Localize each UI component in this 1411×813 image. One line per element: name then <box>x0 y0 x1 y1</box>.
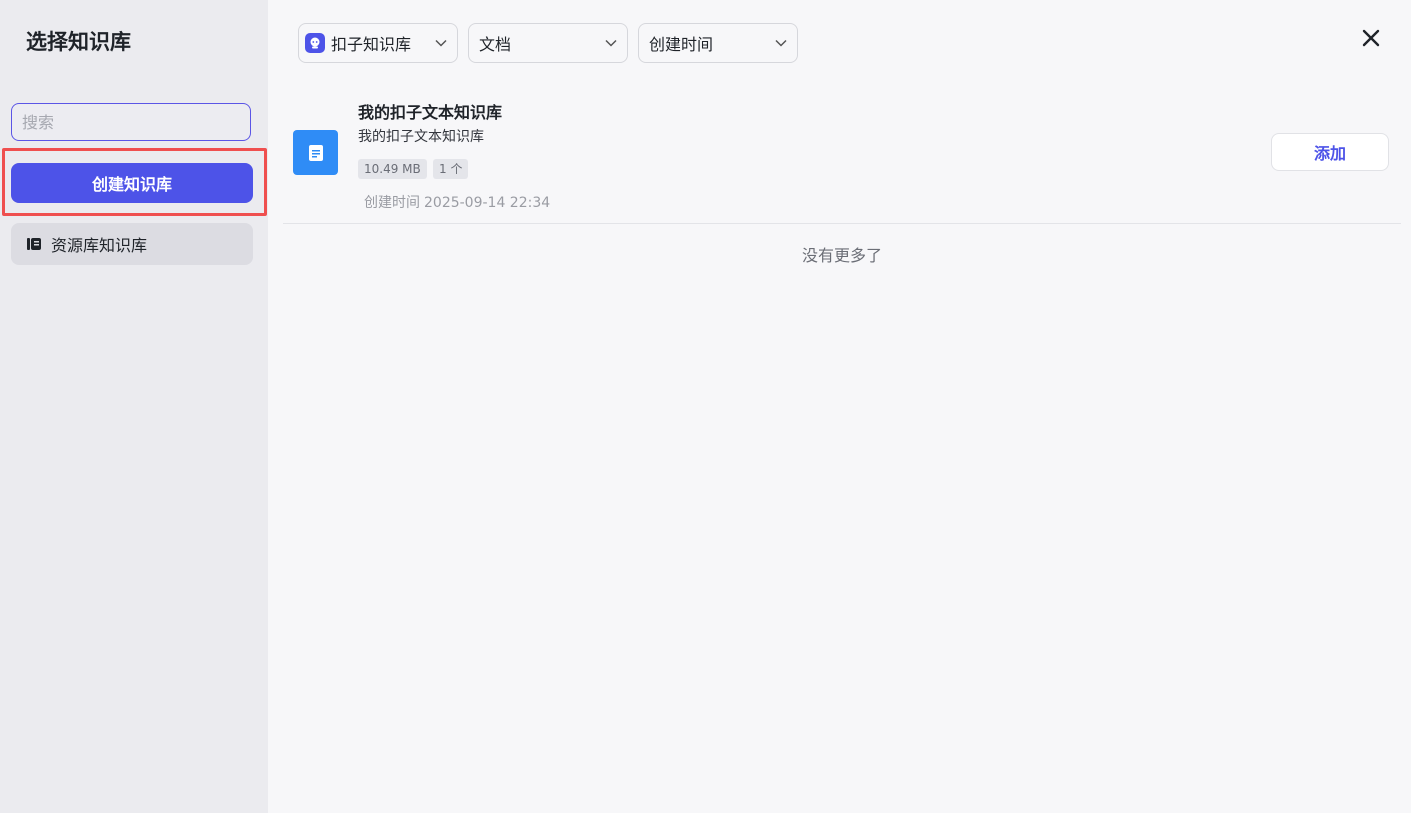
list-item: 我的扣子文本知识库 我的扣子文本知识库 10.49 MB 1 个 创建时间 202… <box>283 90 1401 224</box>
type-dropdown[interactable]: 文档 <box>468 23 628 63</box>
chevron-down-icon <box>435 39 447 47</box>
document-icon <box>293 130 338 175</box>
add-button[interactable]: 添加 <box>1271 133 1389 171</box>
sidebar-title: 选择知识库 <box>26 30 131 54</box>
sidebar: 选择知识库 创建知识库 资源库知识库 <box>0 0 268 813</box>
close-icon[interactable] <box>1360 27 1382 49</box>
source-dropdown-label: 扣子知识库 <box>331 35 412 54</box>
sort-dropdown-label: 创建时间 <box>649 35 714 54</box>
coze-logo-icon <box>305 33 325 53</box>
created-time: 创建时间 2025-09-14 22:34 <box>364 192 554 212</box>
created-label: 创建时间 <box>364 195 420 211</box>
create-knowledge-base-button[interactable]: 创建知识库 <box>11 163 253 203</box>
item-title: 我的扣子文本知识库 <box>358 103 503 122</box>
chevron-down-icon <box>605 39 617 47</box>
no-more-text: 没有更多了 <box>801 246 882 265</box>
chevron-down-icon <box>775 39 787 47</box>
source-dropdown[interactable]: 扣子知识库 <box>298 23 458 63</box>
count-badge: 1 个 <box>433 159 469 179</box>
size-badge: 10.49 MB <box>358 159 427 179</box>
search-input[interactable] <box>11 103 251 141</box>
sidebar-item-label: 资源库知识库 <box>51 236 148 255</box>
sort-dropdown[interactable]: 创建时间 <box>638 23 798 63</box>
item-description: 我的扣子文本知识库 <box>358 129 484 145</box>
book-icon <box>27 238 41 250</box>
type-dropdown-label: 文档 <box>479 35 512 54</box>
sidebar-item-resource-library[interactable]: 资源库知识库 <box>11 223 253 265</box>
created-value: 2025-09-14 22:34 <box>424 195 551 211</box>
